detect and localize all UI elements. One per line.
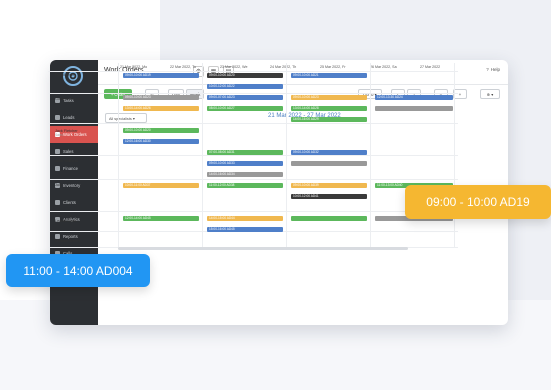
specialist-row-label[interactable]: David Lenin	[55, 73, 75, 77]
specialist-name: John Willbeck	[55, 159, 79, 163]
sidebar-item-label: Finance	[63, 166, 78, 171]
work-order-event[interactable]: 12:00-16:00 AD30	[123, 139, 199, 144]
work-order-event[interactable]: 10:00-11:00 AD37	[123, 183, 199, 188]
work-order-event[interactable]: 14:00-16:00 AD34	[207, 172, 283, 177]
work-order-event[interactable]	[291, 216, 367, 221]
specialist-row-label[interactable]: John Willbeck	[55, 159, 78, 163]
row-divider	[48, 179, 458, 180]
sidebar-item-label: Inventory	[63, 183, 81, 188]
work-order-event[interactable]	[291, 161, 367, 166]
finance-icon	[55, 166, 60, 171]
schedule-grid: 09:00-10:00 AD19 09:00-10:00 AD20 09:00-10…	[48, 63, 458, 248]
column-divider	[202, 63, 203, 247]
column-divider	[286, 63, 287, 247]
specialist-name: Leonid Form	[55, 219, 77, 223]
specialist-name: Juli	[55, 183, 61, 187]
day-header: 25 Mar 2022, Fr	[320, 65, 346, 69]
work-order-event[interactable]: 09:00-10:00 AD20	[123, 128, 199, 133]
column-divider	[118, 63, 119, 247]
work-order-event[interactable]: 09:00-07:00 AD23	[207, 95, 283, 100]
sidebar-item-label: Sales	[63, 149, 74, 154]
work-order-event[interactable]: 09:00-10:00 AD33	[207, 161, 283, 166]
day-header: 23 Mar 2022, We	[220, 65, 248, 69]
row-divider	[48, 71, 458, 72]
leads-icon	[55, 115, 60, 120]
specialist-row-label[interactable]: Jack Fletcher Sales	[55, 129, 78, 137]
row-divider	[48, 211, 458, 212]
work-order-event[interactable]: 13:00-14:00 AD28	[291, 106, 367, 111]
sidebar-item-sales[interactable]: Sales	[50, 143, 98, 160]
row-divider	[48, 155, 458, 156]
sales-icon	[55, 149, 60, 154]
work-order-event[interactable]: 09:00-10:00 AD20	[207, 73, 283, 78]
column-divider	[370, 63, 371, 247]
work-order-event[interactable]: 10:00-12:00 AD22	[207, 84, 283, 89]
sidebar-item-clients[interactable]: Clients	[50, 194, 98, 211]
day-header: 22 Mar 2022, Tu	[170, 65, 197, 69]
work-order-event[interactable]: 09:00-10:00 AD39	[291, 183, 367, 188]
work-order-event[interactable]: 10:00-12:00 AD41	[291, 194, 367, 199]
row-divider	[48, 123, 458, 124]
work-order-event[interactable]: 09:00-10:00 AD32	[291, 150, 367, 155]
specialist-role: Sales	[55, 133, 63, 137]
day-header: 26 Mar 2022, Sa	[370, 65, 397, 69]
specialist-name: Michael Welch	[55, 239, 80, 243]
work-order-event[interactable]: 12:00-14:00 AD45	[123, 216, 199, 221]
day-header: 24 Mar 2022, Th	[270, 65, 297, 69]
day-header: 21 Mar 2022, Mo	[120, 65, 148, 69]
work-order-event[interactable]: 14:00-16:00 AD29	[291, 117, 367, 122]
work-order-event[interactable]	[375, 106, 453, 111]
work-order-event[interactable]: 13:00-14:00 AD26	[123, 106, 199, 111]
work-order-event[interactable]: 09:00-10:00 AD19	[123, 73, 199, 78]
work-order-event[interactable]: 09:00-10:00 AD23	[291, 95, 367, 100]
specialist-row-label[interactable]: Michael Welch	[55, 239, 80, 243]
specialist-name: Gosden Mason	[55, 97, 81, 101]
horizontal-scrollbar[interactable]	[118, 247, 408, 250]
work-order-event[interactable]: 09:00-10:00 AD23	[123, 95, 199, 100]
day-header: 27 Mar 2022	[420, 65, 441, 69]
specialist-row-label[interactable]: Gosden Mason	[55, 97, 81, 101]
work-order-event[interactable]: 09:00-10:00 AD21	[291, 73, 367, 78]
work-order-event[interactable]: 15:00-16:00 AD45	[207, 227, 283, 232]
sidebar-item-label: Leads	[63, 115, 75, 120]
highlight-callout-right: 09:00 - 10:00 AD19	[405, 185, 551, 219]
highlight-callout-left: 11:00 - 14:00 AD004	[6, 254, 150, 287]
work-order-event[interactable]: 12:00-13:30 AD24	[375, 95, 453, 100]
work-order-event[interactable]: 14:00-15:00 AD44	[207, 216, 283, 221]
work-order-event[interactable]: 11:00-12:00 AD38	[207, 183, 283, 188]
sidebar-nav: Tasks Leads Work Orders Sales Finance Invento…	[50, 92, 98, 262]
row-divider	[48, 93, 458, 94]
work-order-event[interactable]: 08:00-10:00 AD27	[207, 106, 283, 111]
specialist-row-label[interactable]: Leonid Form	[55, 219, 76, 223]
specialist-name: David Lenin	[55, 73, 76, 77]
sidebar-item-label: Clients	[63, 200, 76, 205]
work-order-event[interactable]: 07:00-08:00 AD31	[207, 150, 283, 155]
clients-icon	[55, 200, 60, 205]
specialist-row-label[interactable]: Juli	[55, 183, 61, 187]
column-divider	[454, 63, 455, 247]
globe-dropdown[interactable]: ⊕ ▾	[480, 89, 500, 99]
